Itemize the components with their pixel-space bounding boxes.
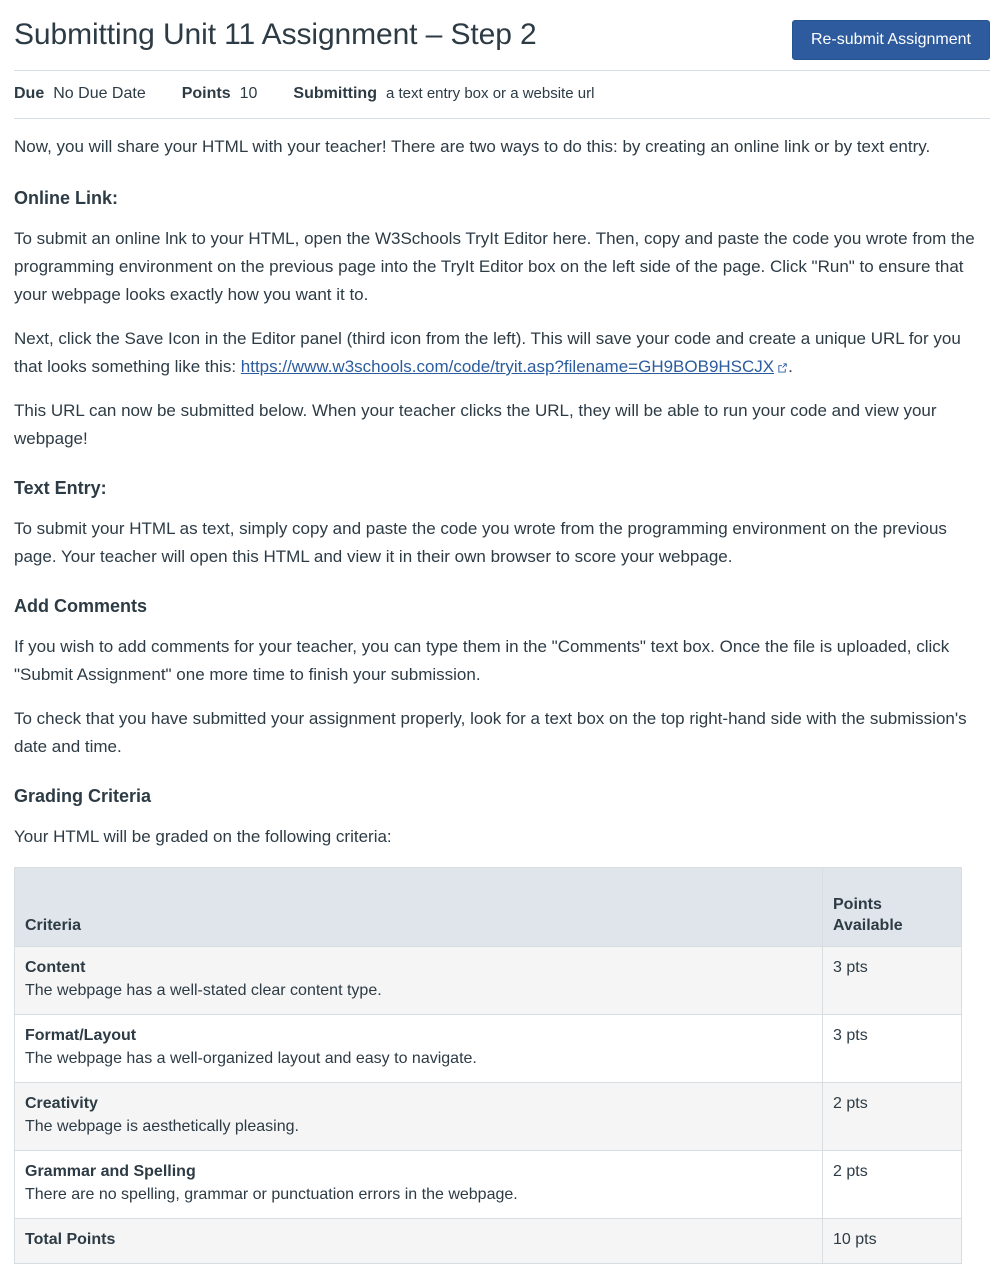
rubric-criteria-description: The webpage has a well-organized layout … [25, 1050, 477, 1067]
meta-due-value: No Due Date [53, 85, 146, 102]
w3schools-tryit-link[interactable]: https://www.w3schools.com/code/tryit.asp… [241, 357, 774, 376]
external-link-icon [777, 354, 788, 382]
meta-points: Points 10 [182, 83, 258, 105]
add-comments-paragraph-1: If you wish to add comments for your tea… [14, 637, 950, 684]
rubric-criteria-name: Grammar and Spelling [25, 1163, 196, 1180]
meta-due: Due No Due Date [14, 83, 146, 105]
rubric-criteria-name: Format/Layout [25, 1027, 137, 1044]
online-link-text-after: . [788, 357, 793, 376]
online-link-paragraph-2: Next, click the Save Icon in the Editor … [14, 325, 990, 381]
rubric-head: Criteria Points Available [14, 867, 962, 947]
page-title: Submitting Unit 11 Assignment – Step 2 [14, 18, 537, 51]
rubric-points-cell: 10 pts [822, 1218, 962, 1264]
assignment-header: Submitting Unit 11 Assignment – Step 2 R… [14, 0, 990, 70]
table-row: Creativity The webpage is aesthetically p… [14, 1082, 962, 1151]
rubric-criteria-cell: Grammar and Spelling There are no spellin… [14, 1150, 823, 1219]
rubric-points-cell: 3 pts [822, 946, 962, 1015]
rubric-body: Content The webpage has a well-stated cle… [14, 946, 962, 1264]
assignment-description: Now, you will share your HTML with your … [14, 119, 990, 1264]
rubric-col-points-available: Points Available [822, 867, 962, 947]
rubric-criteria-description: The webpage has a well-stated clear cont… [25, 982, 382, 999]
rubric-criteria-name: Total Points [25, 1231, 116, 1248]
assignment-meta-strip: Due No Due Date Points 10 Submitting a t… [14, 70, 990, 119]
table-row: Grammar and Spelling There are no spellin… [14, 1150, 962, 1219]
rubric-criteria-cell: Content The webpage has a well-stated cle… [14, 946, 823, 1015]
rubric-criteria-cell: Creativity The webpage is aesthetically p… [14, 1082, 823, 1151]
assignment-page: Submitting Unit 11 Assignment – Step 2 R… [0, 0, 1004, 1264]
intro-paragraph: Now, you will share your HTML with your … [14, 137, 931, 156]
meta-submitting: Submitting a text entry box or a website… [293, 83, 594, 105]
heading-add-comments: Add Comments [14, 596, 148, 616]
meta-submitting-label: Submitting [293, 85, 377, 102]
heading-grading-criteria: Grading Criteria [14, 786, 152, 806]
rubric-criteria-cell: Format/Layout The webpage has a well-orga… [14, 1014, 823, 1083]
rubric-criteria-description: There are no spelling, grammar or punctu… [25, 1186, 518, 1203]
rubric-header-row: Criteria Points Available [14, 867, 962, 947]
text-entry-paragraph-1: To submit your HTML as text, simply copy… [14, 519, 947, 566]
add-comments-paragraph-2: To check that you have submitted your as… [14, 709, 967, 756]
rubric-points-cell: 2 pts [822, 1082, 962, 1151]
table-row: Total Points 10 pts [14, 1218, 962, 1264]
rubric-criteria-name: Creativity [25, 1095, 98, 1112]
table-row: Content The webpage has a well-stated cle… [14, 946, 962, 1015]
online-link-paragraph-1: To submit an online lnk to your HTML, op… [14, 229, 975, 304]
grading-criteria-table: Criteria Points Available Content The web… [14, 867, 962, 1264]
meta-points-value: 10 [239, 85, 258, 102]
heading-text-entry: Text Entry: [14, 478, 107, 498]
meta-submitting-value: a text entry box or a website url [385, 85, 595, 102]
rubric-col-criteria: Criteria [14, 867, 823, 947]
online-link-paragraph-3: This URL can now be submitted below. Whe… [14, 401, 937, 448]
meta-points-label: Points [181, 85, 231, 102]
resubmit-assignment-button[interactable]: Re-submit Assignment [791, 20, 990, 60]
meta-due-label: Due [14, 85, 45, 102]
heading-online-link: Online Link: [14, 188, 119, 208]
rubric-points-cell: 2 pts [822, 1150, 962, 1219]
rubric-criteria-description: The webpage is aesthetically pleasing. [25, 1118, 299, 1135]
rubric-criteria-cell: Total Points [14, 1218, 823, 1264]
rubric-points-cell: 3 pts [822, 1014, 962, 1083]
grading-intro-paragraph: Your HTML will be graded on the followin… [14, 827, 392, 846]
table-row: Format/Layout The webpage has a well-orga… [14, 1014, 962, 1083]
rubric-criteria-name: Content [25, 959, 86, 976]
